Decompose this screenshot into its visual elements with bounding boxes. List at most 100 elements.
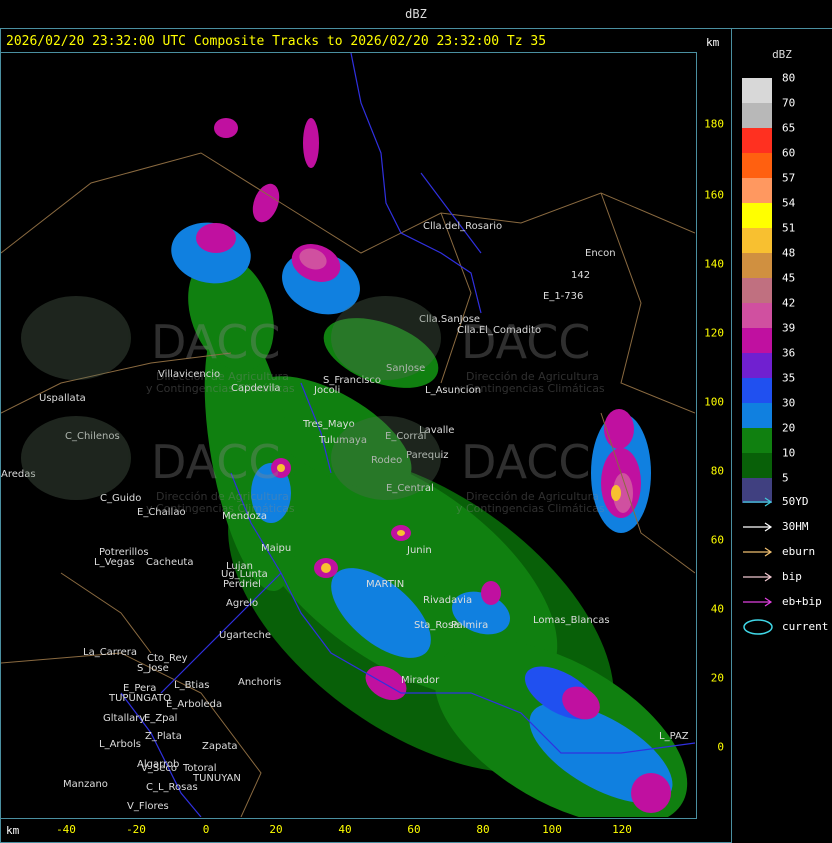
place-label: E_1-736 [543, 291, 583, 302]
track-legend-item: 50YD [742, 495, 832, 509]
y-tick-label: 20 [710, 671, 724, 685]
watermark-logo [21, 296, 131, 380]
place-label: C_Guido [100, 493, 141, 504]
place-label: Zapata [202, 741, 238, 752]
legend-swatch [742, 378, 772, 403]
watermark-subtitle: y Contingencias Climáticas [456, 502, 605, 515]
x-tick-label: 80 [476, 823, 490, 836]
y-tick-label: 160 [704, 188, 724, 202]
place-label: L_Btias [174, 680, 209, 691]
current-legend-label: current [782, 620, 829, 633]
current-legend-item: current [742, 619, 832, 635]
arrow-icon [743, 597, 773, 607]
legend-value: 10 [782, 446, 796, 460]
place-label: Anchoris [238, 677, 281, 688]
place-label: S_Jose [137, 663, 169, 674]
place-label: Jocoli [313, 385, 340, 396]
place-label: L_Vegas [94, 557, 134, 568]
watermark-text: DACC [461, 435, 591, 489]
arrow-icon [743, 522, 773, 532]
place-label: Agrelo [226, 598, 258, 609]
track-legend-item: bip [742, 570, 832, 584]
radar-map[interactable]: Clla.del_Rosario Encon 142 E_1-736 Clla.SanJ… [1, 53, 695, 817]
radar-canvas[interactable]: Clla.del_RosarioEncon142E_1-736Clla.SanJ… [1, 53, 695, 817]
track-legend-label: bip [782, 570, 802, 583]
legend-swatch [742, 153, 772, 178]
place-label: La_Carrera [83, 647, 137, 658]
radar-echo [604, 409, 634, 449]
track-legend-item: eburn [742, 545, 832, 559]
watermark-logo [331, 416, 441, 500]
radar-echo [196, 223, 236, 253]
place-label: C_L_Rosas [146, 782, 198, 793]
y-tick-label: 120 [704, 326, 724, 340]
watermark-subtitle: y Contingencias Climáticas [146, 502, 295, 515]
legend-title: dBZ [772, 48, 792, 61]
place-label: Junin [406, 545, 432, 556]
window-title: dBZ [0, 0, 832, 29]
y-tick-label: 100 [704, 395, 724, 409]
y-tick-label: 0 [717, 740, 724, 754]
radar-echo [303, 118, 319, 168]
watermark-logo [331, 296, 441, 380]
y-tick-label: 140 [704, 257, 724, 271]
legend-swatch [742, 203, 772, 228]
legend-swatch [742, 353, 772, 378]
x-tick-label: -20 [126, 823, 146, 836]
place-label: Ugarteche [219, 630, 271, 641]
x-tick-label: 40 [338, 823, 352, 836]
place-label: Lomas_Blancas [533, 615, 610, 626]
legend-value: 30 [782, 396, 796, 410]
place-label: TUPUNGATO [108, 693, 171, 704]
place-label: E_Zpal [144, 713, 177, 724]
y-tick-label: 180 [704, 117, 724, 131]
x-tick-label: 20 [269, 823, 283, 836]
track-legend-item: eb+bip [742, 595, 832, 609]
place-label: Encon [585, 248, 616, 259]
legend-panel: dBZ 80 70 65 60 57 54 51 48 45 42 39 36 35 30 20 10 5 50… [731, 28, 832, 841]
radar-echo [611, 485, 621, 501]
radar-echo [214, 118, 238, 138]
legend-swatch [742, 303, 772, 328]
legend-value: 48 [782, 246, 796, 260]
legend-value: 51 [782, 221, 796, 235]
legend-swatch [742, 78, 772, 103]
radar-echo [252, 183, 280, 223]
legend-value: 42 [782, 296, 796, 310]
track-legend-label: eb+bip [782, 595, 822, 608]
place-label: Ug_Lunta [221, 569, 268, 580]
place-label: Uspallata [39, 393, 86, 404]
track-legend-item: 30HM [742, 520, 832, 534]
x-tick-label: 120 [612, 823, 632, 836]
legend-swatch [742, 453, 772, 478]
legend-swatch [742, 178, 772, 203]
watermark-text: DACC [461, 315, 591, 369]
legend-swatch [742, 228, 772, 253]
arrow-icon [743, 572, 773, 582]
arrow-icon [743, 547, 773, 557]
x-tick-label: -40 [56, 823, 76, 836]
x-tick-label: 0 [202, 823, 210, 836]
radar-echo [397, 530, 405, 536]
place-label: 142 [571, 270, 590, 281]
y-tick-label: 60 [710, 533, 724, 547]
track-legend-label: eburn [782, 545, 816, 558]
place-label: MARTIN [366, 579, 404, 590]
legend-value: 20 [782, 421, 796, 435]
legend-value: 60 [782, 146, 796, 160]
legend-value: 39 [782, 321, 796, 335]
place-label: Clla.del_Rosario [423, 221, 502, 232]
legend-value: 54 [782, 196, 796, 210]
legend-value: 36 [782, 346, 796, 360]
legend-value: 57 [782, 171, 796, 185]
legend-swatch [742, 278, 772, 303]
radar-echo [321, 563, 331, 573]
place-label: Maipu [261, 543, 291, 554]
legend-value: 45 [782, 271, 796, 285]
place-label: Z_Plata [145, 731, 182, 742]
legend-swatch [742, 103, 772, 128]
place-label: Tres_Mayo [302, 419, 355, 430]
legend-swatch [742, 403, 772, 428]
arrow-icon [743, 497, 773, 507]
track-legend-label: 30HM [782, 520, 809, 533]
